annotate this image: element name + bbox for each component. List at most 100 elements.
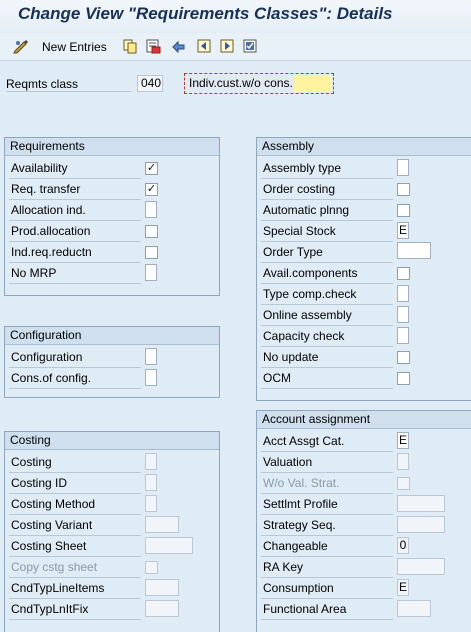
costing-sheet-label: Costing Sheet [11,539,87,553]
automatic-plnng-checkbox[interactable] [397,204,410,217]
assembly-type-label: Assembly type [263,161,342,175]
no-mrp-row: No MRP [9,263,143,284]
reqmts-class-description-field[interactable]: Indiv.cust.w/o cons. [184,73,334,94]
prod-allocation-checkbox[interactable] [145,225,158,238]
configuration-field[interactable] [145,348,157,365]
cons-of-config-row: Cons.of config. [9,368,143,389]
no-update-checkbox[interactable] [397,351,410,364]
order-costing-label: Order costing [263,182,336,196]
acct-assgt-cat-row: Acct Assgt Cat. [261,431,395,452]
costing-variant-row: Costing Variant [9,515,143,536]
capacity-check-field[interactable] [397,327,409,344]
reqmts-class-field: 040 [137,75,163,92]
costing-label: Costing [11,455,52,469]
changeable-field: 0 [397,537,409,554]
req-transfer-row: Req. transfer [9,179,143,200]
wo-val-strat-label: W/o Val. Strat. [263,476,340,490]
costing-row: Costing [9,452,143,473]
copy-cstg-sheet-row: Copy cstg sheet [9,557,143,578]
costing-id-row: Costing ID [9,473,143,494]
online-assembly-row: Online assembly [261,305,395,326]
assembly-type-row: Assembly type [261,158,395,179]
assembly-type-field[interactable] [397,159,409,176]
text-cursor-area [294,75,332,92]
copy-icon[interactable] [122,38,138,54]
order-type-label: Order Type [263,245,323,259]
ind-req-reductn-row: Ind.req.reductn [9,242,143,263]
req-transfer-checkbox[interactable]: ✓ [145,183,158,196]
ind-req-reductn-label: Ind.req.reductn [11,245,92,259]
select-all-icon[interactable] [242,38,258,54]
settlmt-profile-field [397,495,445,512]
allocation-ind-field[interactable] [145,201,157,218]
avail-components-checkbox[interactable] [397,267,410,280]
copy-cstg-sheet-label: Copy cstg sheet [11,560,98,574]
strategy-seq-row: Strategy Seq. [261,515,395,536]
description-text: Indiv.cust.w/o cons. [187,75,294,92]
consumption-label: Consumption [263,581,334,595]
assembly-group: Assembly Assembly type Order costing Aut… [256,137,471,401]
automatic-plnng-row: Automatic plnng [261,200,395,221]
acct-assgt-cat-field[interactable]: E [397,432,409,449]
settlmt-profile-row: Settlmt Profile [261,494,395,515]
capacity-check-label: Capacity check [263,329,345,343]
undo-icon[interactable] [170,38,186,54]
allocation-ind-label: Allocation ind. [11,203,86,217]
costing-field [145,453,157,470]
no-mrp-label: No MRP [11,266,57,280]
prod-allocation-row: Prod.allocation [9,221,143,242]
type-comp-check-row: Type comp.check [261,284,395,305]
costing-sheet-row: Costing Sheet [9,536,143,557]
previous-entry-icon[interactable] [196,38,212,54]
account-assignment-group-title: Account assignment [257,411,471,429]
new-entries-button[interactable]: New Entries [42,40,107,54]
cndtyp-line-items-field [145,579,179,596]
ocm-checkbox[interactable] [397,372,410,385]
acct-assgt-cat-label: Acct Assgt Cat. [263,434,345,448]
label-underline [6,91,131,92]
valuation-row: Valuation [261,452,395,473]
consumption-row: Consumption [261,578,395,599]
type-comp-check-field[interactable] [397,285,409,302]
special-stock-field[interactable]: E [397,222,409,239]
costing-group: Costing Costing Costing ID Costing Metho… [4,431,220,632]
delete-icon[interactable] [145,38,161,54]
order-type-row: Order Type [261,242,395,263]
costing-variant-label: Costing Variant [11,518,93,532]
configuration-row: Configuration [9,347,143,368]
order-type-field[interactable] [397,242,431,259]
cons-of-config-label: Cons.of config. [11,371,92,385]
automatic-plnng-label: Automatic plnng [263,203,350,217]
next-entry-icon[interactable] [219,38,235,54]
ra-key-row: RA Key [261,557,395,578]
order-costing-checkbox[interactable] [397,183,410,196]
costing-id-label: Costing ID [11,476,68,490]
costing-method-label: Costing Method [11,497,96,511]
cndtyp-lnit-fix-field [145,600,179,617]
online-assembly-field[interactable] [397,306,409,323]
ocm-label: OCM [263,371,291,385]
requirements-group-title: Requirements [5,138,219,156]
cons-of-config-field[interactable] [145,369,157,386]
application-toolbar: New Entries [0,33,471,61]
no-mrp-field[interactable] [145,264,157,281]
cndtyp-line-items-row: CndTypLineItems [9,578,143,599]
requirements-group: Requirements Availability ✓ Req. transfe… [4,137,220,296]
no-update-row: No update [261,347,395,368]
changeable-row: Changeable [261,536,395,557]
consumption-field: E [397,579,409,596]
ra-key-label: RA Key [263,560,304,574]
cndtyp-lnit-fix-label: CndTypLnItFix [11,602,89,616]
availability-checkbox[interactable]: ✓ [145,162,158,175]
costing-id-field [145,474,157,491]
ind-req-reductn-checkbox[interactable] [145,246,158,259]
capacity-check-row: Capacity check [261,326,395,347]
online-assembly-label: Online assembly [263,308,352,322]
page-title: Change View "Requirements Classes": Deta… [18,4,393,23]
avail-components-label: Avail.components [263,266,358,280]
configuration-label: Configuration [11,350,83,364]
display-change-icon[interactable] [13,38,29,54]
ra-key-field [397,558,445,575]
availability-label: Availability [11,161,68,175]
strategy-seq-label: Strategy Seq. [263,518,336,532]
